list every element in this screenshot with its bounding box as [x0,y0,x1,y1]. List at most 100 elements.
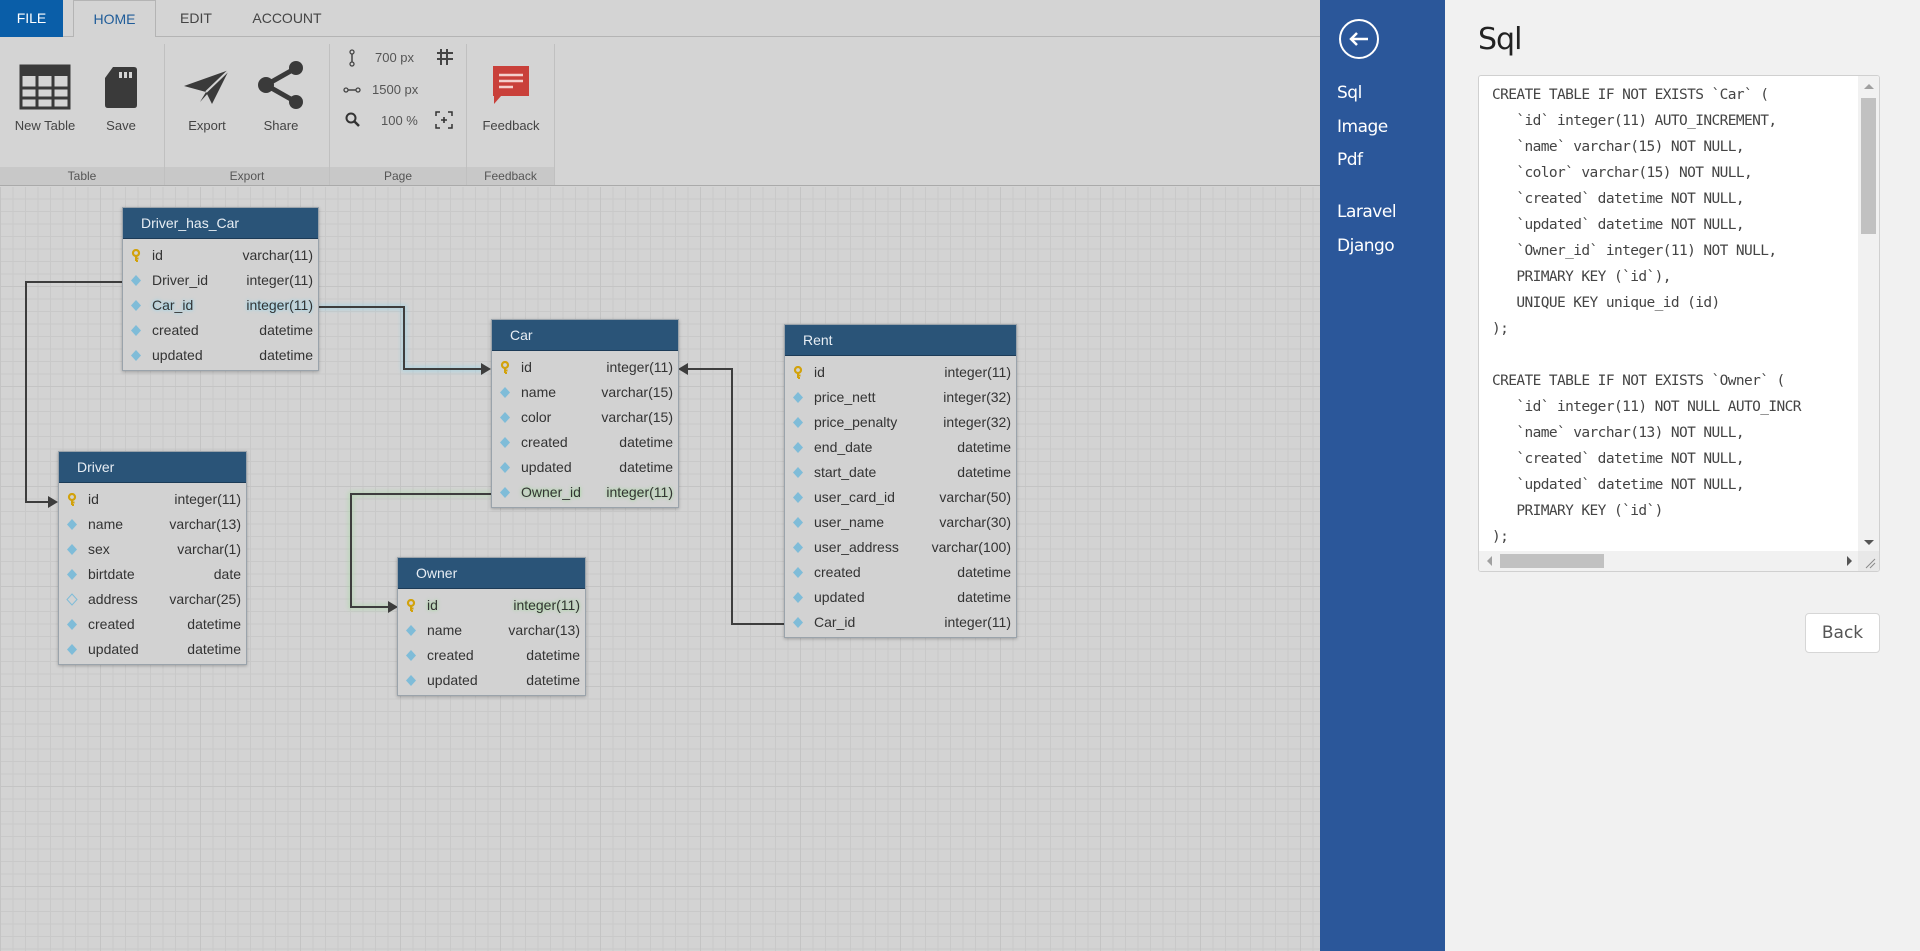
sidebar-item-laravel[interactable]: Laravel [1337,202,1397,222]
sidebar-item-django[interactable]: Django [1337,236,1395,256]
export-button[interactable]: Export [182,64,232,133]
vertical-scrollbar[interactable] [1858,76,1879,553]
page-zoom-control[interactable]: 100 % [330,107,467,137]
new-table-button[interactable]: New Table [12,64,78,133]
tab-account[interactable]: ACCOUNT [244,0,330,37]
field-row[interactable]: Car_id integer(11) [123,293,318,318]
diagram-canvas[interactable]: Driver_has_Car id varchar(11) Driver_id int… [0,187,1320,951]
field-name: sex [88,541,110,557]
field-row[interactable]: id integer(11) [492,355,678,380]
field-type: datetime [957,564,1011,580]
field-row[interactable]: address varchar(25) [59,587,246,612]
field-type: varchar(15) [601,384,673,400]
field-type: varchar(13) [169,516,241,532]
field-type: datetime [619,459,673,475]
table-driver[interactable]: Driver id integer(11) name varchar(13) sex va… [58,451,247,665]
field-name: updated [152,347,203,363]
field-row[interactable]: id integer(11) [398,593,585,618]
field-row[interactable]: updated datetime [123,343,318,368]
page-width-control[interactable]: 1500 px [330,75,467,105]
field-row[interactable]: birtdate date [59,562,246,587]
tab-home[interactable]: HOME [73,0,156,38]
field-name: end_date [814,439,873,455]
field-name: created [427,647,474,663]
share-button[interactable]: Share [255,61,307,133]
share-label: Share [263,118,299,133]
table-rent[interactable]: Rent id integer(11) price_nett integer(32) p… [784,324,1017,638]
table-car[interactable]: Car id integer(11) name varchar(15) color var… [491,319,679,508]
field-row[interactable]: user_name varchar(30) [785,510,1016,535]
field-row[interactable]: id integer(11) [785,360,1016,385]
field-row[interactable]: created datetime [398,643,585,668]
scroll-up-icon[interactable] [1864,84,1874,89]
field-row[interactable]: Owner_id integer(11) [492,480,678,505]
field-row[interactable]: color varchar(15) [492,405,678,430]
horizontal-scroll-thumb[interactable] [1500,554,1604,568]
field-row[interactable]: name varchar(13) [398,618,585,643]
resize-handle[interactable] [1858,551,1879,571]
back-button[interactable]: Back [1805,613,1880,653]
field-row[interactable]: name varchar(15) [492,380,678,405]
field-name: address [88,591,138,607]
vertical-scroll-thumb[interactable] [1861,98,1876,234]
field-row[interactable]: created datetime [123,318,318,343]
diamond-icon [131,325,141,336]
field-name: id [521,359,532,375]
relation-car-link[interactable] [319,304,491,375]
ribbon-tabs: FILE HOME EDIT ACCOUNT [0,0,1320,38]
diamond-icon [67,619,77,630]
sidebar-item-sql[interactable]: Sql [1337,83,1362,103]
field-row[interactable]: created datetime [59,612,246,637]
field-row[interactable]: user_address varchar(100) [785,535,1016,560]
relation-rent-link[interactable] [678,363,784,625]
field-row[interactable]: end_date datetime [785,435,1016,460]
sql-output[interactable]: CREATE TABLE IF NOT EXISTS `Car` ( `id` … [1478,75,1880,572]
field-row[interactable]: price_penalty integer(32) [785,410,1016,435]
field-name: id [427,597,438,613]
sidebar-item-pdf[interactable]: Pdf [1337,150,1363,170]
key-icon [131,249,141,262]
field-row[interactable]: Driver_id integer(11) [123,268,318,293]
field-row[interactable]: start_date datetime [785,460,1016,485]
field-row[interactable]: sex varchar(1) [59,537,246,562]
field-name: price_nett [814,389,876,405]
diamond-icon [793,517,803,528]
back-arrow-icon [1349,32,1368,46]
tab-edit[interactable]: EDIT [170,0,222,37]
field-row[interactable]: id integer(11) [59,487,246,512]
field-type: integer(11) [513,597,580,613]
horizontal-scrollbar[interactable] [1479,551,1860,571]
field-row[interactable]: id varchar(11) [123,243,318,268]
group-label-export: Export [165,167,329,185]
field-row[interactable]: Car_id integer(11) [785,610,1016,635]
page-height-control[interactable]: 700 px [330,44,467,74]
field-row[interactable]: updated datetime [492,455,678,480]
field-row[interactable]: name varchar(13) [59,512,246,537]
diamond-icon [500,462,510,473]
save-button[interactable]: Save [98,64,144,133]
field-row[interactable]: updated datetime [398,668,585,693]
field-row[interactable]: created datetime [492,430,678,455]
table-driver-has-car[interactable]: Driver_has_Car id varchar(11) Driver_id int… [122,207,319,371]
field-row[interactable]: updated datetime [59,637,246,662]
scroll-left-icon[interactable] [1487,556,1492,566]
field-row[interactable]: price_nett integer(32) [785,385,1016,410]
sidebar-item-image[interactable]: Image [1337,117,1388,137]
field-name: id [152,247,163,263]
table-owner[interactable]: Owner id integer(11) name varchar(13) create… [397,557,586,696]
back-arrow-button[interactable] [1339,19,1379,59]
field-row[interactable]: created datetime [785,560,1016,585]
tab-file[interactable]: FILE [0,0,63,37]
field-row[interactable]: user_card_id varchar(50) [785,485,1016,510]
grid-icon[interactable] [436,48,454,66]
field-name: id [88,491,99,507]
export-content: Sql CREATE TABLE IF NOT EXISTS `Car` ( `… [1445,0,1920,951]
field-row[interactable]: updated datetime [785,585,1016,610]
scroll-down-icon[interactable] [1864,540,1874,545]
diamond-icon [793,392,803,403]
field-name: Driver_id [152,272,209,288]
scroll-right-icon[interactable] [1847,556,1852,566]
feedback-label: Feedback [482,118,540,133]
feedback-button[interactable]: Feedback [478,64,544,133]
fit-screen-icon[interactable] [434,110,454,130]
